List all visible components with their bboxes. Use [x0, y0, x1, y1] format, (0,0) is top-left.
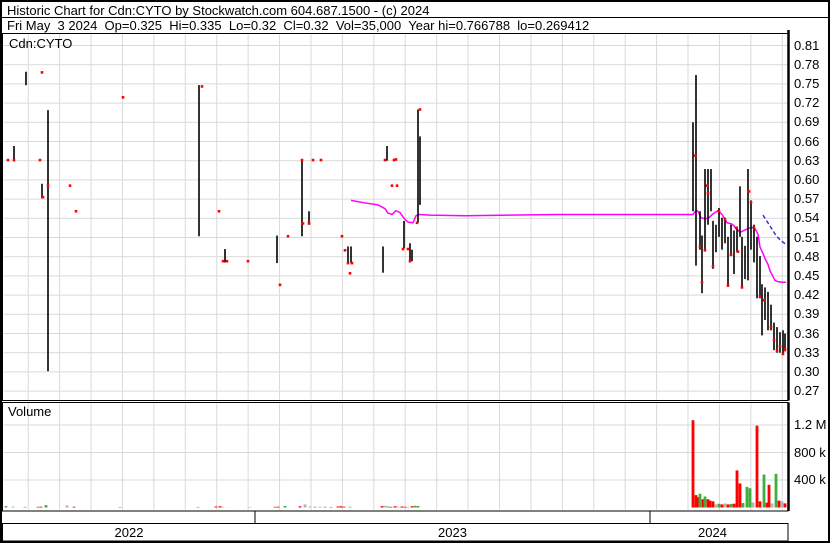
price-axis-tick-label: 0.54	[794, 210, 820, 226]
year-axis-label: 2024	[698, 525, 727, 540]
price-axis-tick-label: 0.36	[794, 325, 820, 341]
price-axis-tick-label: 0.30	[794, 363, 820, 379]
price-axis-tick-label: 0.39	[794, 306, 820, 322]
year-axis-label: 2022	[114, 525, 144, 540]
volume-pane-label: Volume	[8, 404, 52, 419]
price-axis-tick-label: 0.42	[794, 287, 820, 303]
price-axis-tick-label: 0.66	[794, 133, 820, 149]
chart-plot-area	[2, 30, 790, 542]
price-axis-tick-label: 0.33	[794, 344, 820, 360]
price-axis-tick-label: 0.27	[794, 383, 820, 399]
year-axis-label: 2023	[438, 525, 467, 540]
price-axis-tick-label: 0.81	[794, 37, 820, 53]
price-axis-tick-label: 0.72	[794, 95, 820, 111]
price-axis-tick-label: 0.57	[794, 191, 820, 207]
price-axis-tick-label: 0.63	[794, 152, 820, 168]
price-axis-tick-label: 0.78	[794, 56, 820, 72]
volume-axis-tick-label: 1.2 M	[794, 417, 827, 432]
price-axis-tick-label: 0.75	[794, 75, 820, 91]
stockwatch-historic-chart: Historic Chart for Cdn:CYTO by Stockwatc…	[0, 0, 830, 543]
price-axis-tick-label: 0.48	[794, 248, 820, 264]
symbol-label: Cdn:CYTO	[9, 36, 73, 51]
price-axis-tick-label: 0.45	[794, 267, 820, 283]
price-axis-tick-label: 0.51	[794, 229, 820, 245]
price-axis-tick-label: 0.69	[794, 114, 820, 130]
volume-axis-tick-label: 400 k	[794, 472, 826, 487]
volume-axis-tick-label: 800 k	[794, 444, 826, 460]
price-axis-tick-label: 0.60	[794, 171, 820, 187]
